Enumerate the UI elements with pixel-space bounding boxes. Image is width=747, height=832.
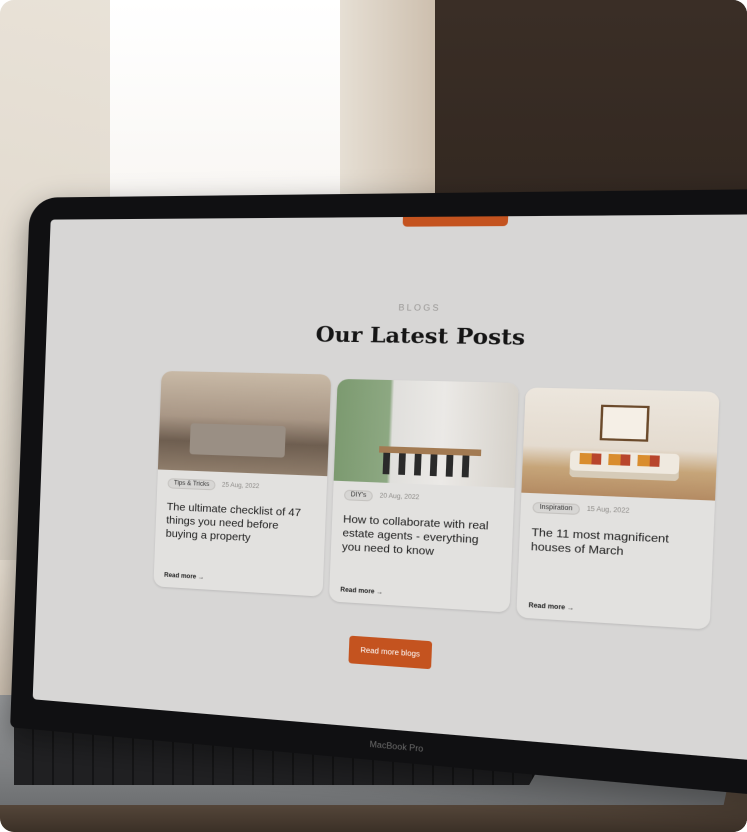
post-title[interactable]: How to collaborate with real estate agen… [330, 500, 514, 587]
post-date: 15 Aug, 2022 [586, 506, 630, 515]
section-label: BLOGS [398, 302, 442, 313]
laptop-screen: BLOGS Our Latest Posts Tips & Tricks 25 … [32, 213, 747, 767]
bed-shape [189, 423, 286, 458]
post-title[interactable]: The ultimate checklist of 47 things you … [154, 488, 326, 571]
wall-art-shape [599, 404, 650, 442]
blog-thumbnail[interactable] [521, 387, 720, 501]
photo: BLOGS Our Latest Posts Tips & Tricks 25 … [0, 0, 747, 832]
category-tag[interactable]: Inspiration [532, 501, 580, 515]
read-more-blogs-button[interactable]: Read more blogs [348, 635, 433, 670]
chairs-shape [382, 452, 475, 478]
post-title[interactable]: The 11 most magnificent houses of March [517, 512, 714, 602]
blog-card[interactable]: DIY's 20 Aug, 2022 How to collaborate wi… [328, 378, 519, 613]
category-tag[interactable]: Tips & Tricks [167, 478, 216, 491]
page-title: Our Latest Posts [315, 321, 526, 351]
blog-thumbnail[interactable] [333, 378, 519, 488]
laptop-lid: BLOGS Our Latest Posts Tips & Tricks 25 … [10, 187, 747, 803]
blog-card[interactable]: Tips & Tricks 25 Aug, 2022 The ultimate … [153, 370, 332, 597]
top-accent-tab [402, 216, 509, 227]
blog-thumbnail[interactable] [157, 370, 332, 477]
blog-card[interactable]: Inspiration 15 Aug, 2022 The 11 most mag… [516, 387, 720, 630]
post-date: 25 Aug, 2022 [221, 482, 260, 491]
blog-cards: Tips & Tricks 25 Aug, 2022 The ultimate … [153, 370, 747, 646]
category-tag[interactable]: DIY's [343, 489, 374, 502]
post-date: 20 Aug, 2022 [379, 493, 420, 502]
